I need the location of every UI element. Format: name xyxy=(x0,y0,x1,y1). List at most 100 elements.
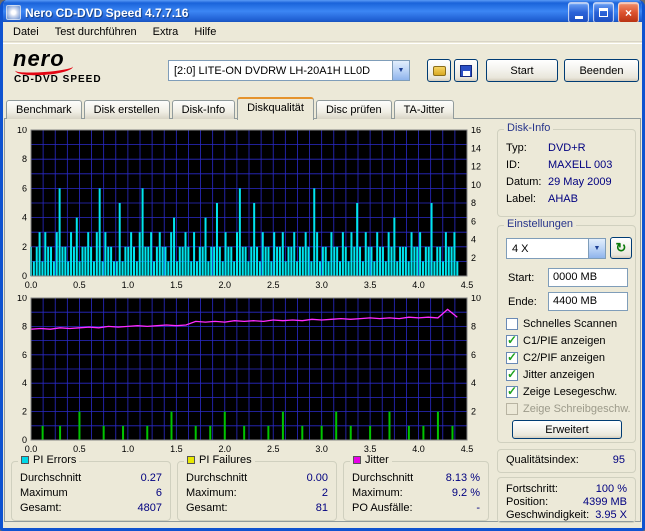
checkbox-c2-pif-anzeigen[interactable]: C2/PIF anzeigen xyxy=(506,350,605,364)
refresh-button[interactable]: ↻ xyxy=(610,237,632,259)
settings-title: Einstellungen xyxy=(504,218,577,230)
svg-text:14: 14 xyxy=(471,143,481,153)
svg-text:2: 2 xyxy=(22,407,27,417)
checkbox-zeige-lesegeschw[interactable]: Zeige Lesegeschw. xyxy=(506,384,617,398)
quality-index-value: 95 xyxy=(612,454,625,466)
start-mb-label: Start: xyxy=(508,272,535,284)
pi-errors-chart-svg: 02468102468101214160.0 0.5 1.0 1.5 2.0 2.5 3.0… xyxy=(17,125,481,290)
svg-text:1.5: 1.5 xyxy=(170,280,183,290)
svg-text:4.0: 4.0 xyxy=(412,444,425,454)
pi-failures-stats-title: PI Failures xyxy=(199,454,252,466)
checkbox-icon xyxy=(506,367,518,381)
speed-select[interactable]: 4 X ▼ xyxy=(506,238,606,259)
menu-item-test-durchfuehren[interactable]: Test durchführen xyxy=(47,23,145,41)
menu-item-hilfe[interactable]: Hilfe xyxy=(186,23,224,41)
device-options-button[interactable] xyxy=(427,59,451,82)
tab-ta-jitter[interactable]: TA-Jitter xyxy=(393,100,455,119)
svg-text:8: 8 xyxy=(471,198,476,208)
svg-text:2.0: 2.0 xyxy=(219,280,232,290)
start-mb-field[interactable]: 0000 MB xyxy=(548,268,628,287)
disk-info-panel: Disk-Info Typ: DVD+R ID: MAXELL 003 Datu… xyxy=(497,122,636,217)
checkbox-jitter-anzeigen[interactable]: Jitter anzeigen xyxy=(506,367,595,381)
jitter-swatch-icon xyxy=(353,456,361,464)
advanced-button[interactable]: Erweitert xyxy=(512,420,622,439)
svg-text:4: 4 xyxy=(22,213,27,223)
pie-average-value: 0.27 xyxy=(140,472,162,484)
pif-total-value: 81 xyxy=(315,502,328,514)
start-button[interactable]: Start xyxy=(486,59,558,82)
tab-disk-info[interactable]: Disk-Info xyxy=(171,100,236,119)
pie-total-label: Gesamt: xyxy=(20,502,62,514)
disk-date-label: Datum: xyxy=(506,176,542,188)
checkbox-label: Jitter anzeigen xyxy=(523,369,595,381)
checkbox-icon xyxy=(506,350,518,364)
position-value: 4399 MB xyxy=(582,496,627,508)
svg-text:8: 8 xyxy=(471,321,476,331)
svg-text:0.0: 0.0 xyxy=(25,280,38,290)
minimize-icon xyxy=(574,16,583,19)
svg-text:4.5: 4.5 xyxy=(461,444,474,454)
drive-select[interactable]: [2:0] LITE-ON DVDRW LH-20A1H LL0D ▼ xyxy=(168,60,410,81)
quit-button[interactable]: Beenden xyxy=(564,59,639,82)
tab-benchmark[interactable]: Benchmark xyxy=(6,100,82,119)
nero-logo-subtext: CD-DVD SPEED xyxy=(14,74,102,85)
svg-text:6: 6 xyxy=(471,216,476,226)
pie-maximum-label: Maximum xyxy=(20,487,68,499)
svg-text:4: 4 xyxy=(22,378,27,388)
progress-panel: Fortschritt: 100 % Position: 4399 MB Ges… xyxy=(497,477,636,523)
quality-index-panel: Qualitätsindex: 95 xyxy=(497,449,636,473)
svg-text:2: 2 xyxy=(22,242,27,252)
svg-text:4.0: 4.0 xyxy=(412,280,425,290)
pif-total-label: Gesamt: xyxy=(186,502,228,514)
position-label: Position: xyxy=(506,496,549,508)
svg-text:8: 8 xyxy=(22,321,27,331)
close-icon: × xyxy=(624,5,632,20)
end-mb-field[interactable]: 4400 MB xyxy=(548,292,628,311)
save-button[interactable] xyxy=(454,59,478,82)
svg-text:10: 10 xyxy=(17,295,27,303)
checkbox-label: Zeige Schreibgeschw. xyxy=(523,403,631,415)
svg-text:1.5: 1.5 xyxy=(170,444,183,454)
menu-item-datei[interactable]: Datei xyxy=(5,23,47,41)
close-button[interactable]: × xyxy=(618,2,639,23)
tab-bar: Benchmark Disk erstellen Disk-Info Diskq… xyxy=(6,96,456,120)
svg-text:10: 10 xyxy=(471,180,481,190)
progress-value: 100 % xyxy=(595,483,627,495)
disk-label-value: AHAB xyxy=(548,193,578,205)
menu-bar: Datei Test durchführen Extra Hilfe xyxy=(3,22,642,42)
jitter-stats-title: Jitter xyxy=(365,454,389,466)
jitter-average-label: Durchschnitt xyxy=(352,472,414,484)
chevron-down-icon[interactable]: ▼ xyxy=(392,61,409,80)
svg-text:2: 2 xyxy=(471,253,476,263)
jitter-average-value: 8.13 % xyxy=(445,472,480,484)
maximize-button[interactable] xyxy=(593,2,614,23)
svg-text:6: 6 xyxy=(471,350,476,360)
pi-errors-stats-title: PI Errors xyxy=(33,454,77,466)
minimize-button[interactable] xyxy=(568,2,589,23)
checkbox-c1-pie-anzeigen[interactable]: C1/PIE anzeigen xyxy=(506,333,606,347)
speed-label: Geschwindigkeit: xyxy=(506,509,590,521)
svg-text:10: 10 xyxy=(17,127,27,135)
pi-errors-swatch-icon xyxy=(21,456,29,464)
pif-average-label: Durchschnitt xyxy=(186,472,248,484)
po-failures-value: - xyxy=(476,502,480,514)
tab-disk-erstellen[interactable]: Disk erstellen xyxy=(83,100,170,119)
svg-text:0.0: 0.0 xyxy=(25,444,38,454)
menu-item-extra[interactable]: Extra xyxy=(145,23,187,41)
pi-failures-stats-panel: PI Failures Durchschnitt 0.00 Maximum: 2… xyxy=(177,454,337,521)
refresh-icon: ↻ xyxy=(615,240,627,255)
save-icon xyxy=(460,64,472,77)
checkbox-schnelles-scannen[interactable]: Schnelles Scannen xyxy=(506,318,617,330)
end-mb-label: Ende: xyxy=(508,296,537,308)
settings-panel: Einstellungen 4 X ▼ ↻ Start: 0000 MB End… xyxy=(497,218,636,443)
disk-date-value: 29 May 2009 xyxy=(548,176,612,188)
disk-type-label: Typ: xyxy=(506,142,527,154)
checkbox-label: Schnelles Scannen xyxy=(523,318,618,330)
chevron-down-icon[interactable]: ▼ xyxy=(588,239,605,258)
svg-text:0.5: 0.5 xyxy=(73,444,86,454)
tab-diskqualitaet[interactable]: Diskqualität xyxy=(237,97,314,120)
nero-logo: nero CD-DVD SPEED xyxy=(13,48,163,91)
pif-jitter-chart-svg: 02468102468100.0 0.5 1.0 1.5 2.0 2.5 3.0 3.5 4.0… xyxy=(17,293,481,454)
jitter-maximum-label: Maximum: xyxy=(352,487,403,499)
tab-disc-pruefen[interactable]: Disc prüfen xyxy=(315,100,392,119)
